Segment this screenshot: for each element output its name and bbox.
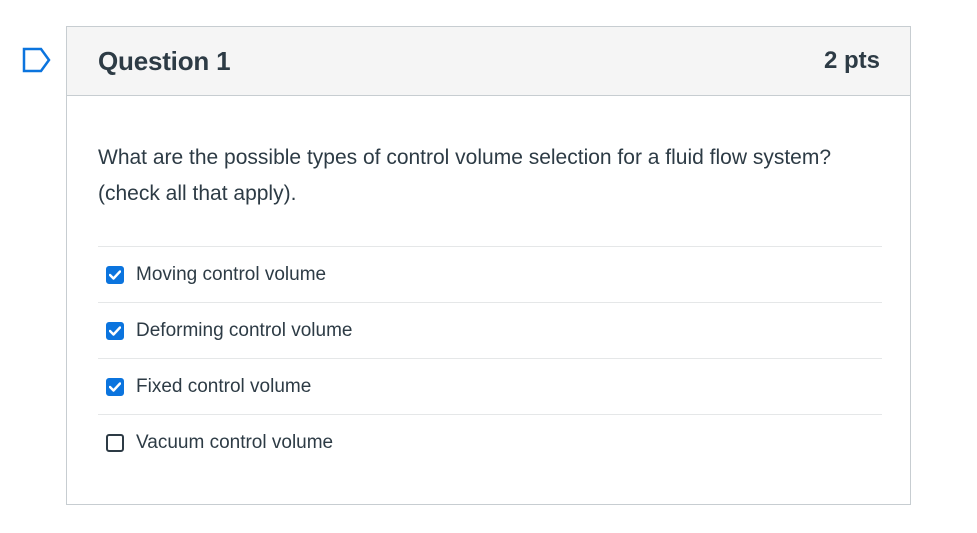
question-text: What are the possible types of control v… [98,146,832,205]
answer-checkbox[interactable] [106,321,124,340]
answer-list: Moving control volume Deforming control … [98,246,882,471]
answer-option[interactable]: Moving control volume [98,247,882,303]
answer-label: Vacuum control volume [136,432,334,453]
answer-label: Moving control volume [136,263,327,285]
answer-label: Deforming control volume [136,319,353,341]
answer-option[interactable]: Vacuum control volume [98,415,882,471]
answer-option[interactable]: Deforming control volume [98,303,882,359]
question-body: What are the possible types of control v… [67,96,910,471]
question-points: 2 pts [823,47,880,74]
answer-option[interactable]: Fixed control volume [98,359,882,415]
question-card: Question 1 2 pts What are the possible t… [66,26,911,505]
answer-checkbox[interactable] [106,265,124,284]
answer-checkbox[interactable] [106,377,124,396]
answer-label: Fixed control volume [136,375,312,397]
question-title: Question 1 [98,45,231,76]
answer-checkbox[interactable] [106,434,124,452]
flag-question-icon[interactable] [22,47,52,73]
question-header: Question 1 2 pts [67,27,910,96]
